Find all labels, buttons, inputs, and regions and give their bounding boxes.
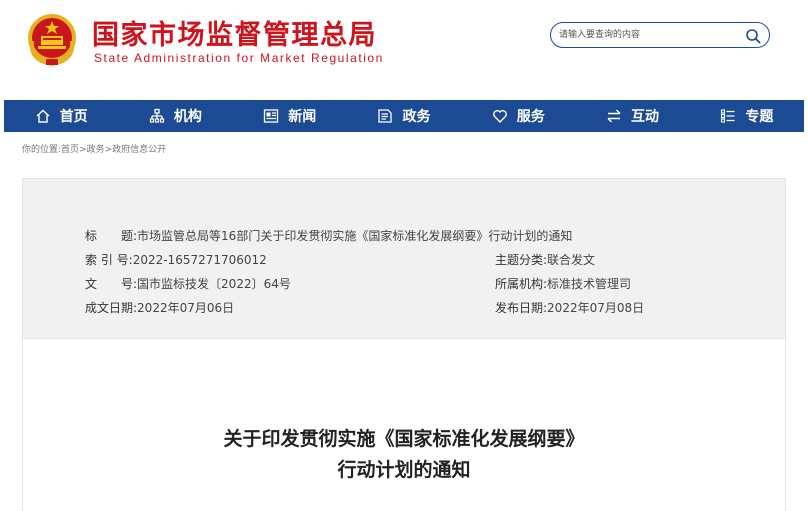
info-row-doc-number: 文 号:国市监标技发〔2022〕64号 [85,275,291,292]
home-icon [36,109,50,123]
info-value: 联合发文 [547,253,596,267]
info-value: 2022-1657271706012 [132,253,267,267]
info-value: 2022年07月08日 [547,301,645,315]
info-key: 成文日期: [85,301,138,315]
info-key: 主题分类: [495,253,548,267]
search-input[interactable] [559,26,739,44]
nav-label: 政务 [402,109,431,125]
breadcrumb-prefix: 你的位置: [22,145,62,155]
site-title: 国家市场监督管理总局 [92,20,377,51]
org-icon [149,108,165,123]
main-nav: 首页 机构 新闻 政务 服务 互动 专题 [4,100,804,132]
nav-label: 新闻 [288,109,317,125]
breadcrumb-link-gov-info[interactable]: 政府信息公开 [112,145,166,155]
nav-item-news[interactable]: 新闻 [233,100,347,132]
list-icon [721,109,735,123]
nav-label: 服务 [516,109,545,125]
info-key: 索 引 号: [85,253,133,267]
news-icon [264,109,279,123]
breadcrumb-link-affairs[interactable]: 政务 [87,145,105,155]
nav-label: 机构 [173,109,202,125]
info-key: 标 题: [85,229,138,243]
info-value: 国市监标技发〔2022〕64号 [137,277,291,291]
site-subtitle: State Administration for Market Regulati… [94,51,384,65]
info-row-title: 标 题:市场监管总局等16部门关于印发贯彻实施《国家标准化发展纲要》行动计划的通… [85,227,572,244]
nav-label: 互动 [631,109,660,125]
nav-label: 首页 [59,109,88,125]
info-row-topic: 主题分类:联合发文 [495,251,595,268]
info-key: 文 号: [85,277,138,291]
document-info-panel: 标 题:市场监管总局等16部门关于印发贯彻实施《国家标准化发展纲要》行动计划的通… [22,178,786,339]
article-title-line: 行动计划的通知 [337,459,471,481]
search-box [550,22,770,48]
info-row-index: 索 引 号:2022-1657271706012 [85,251,267,268]
info-key: 发布日期: [495,301,548,315]
affairs-icon [378,109,393,123]
info-value: 2022年07月06日 [137,301,235,315]
info-value: 标准技术管理司 [547,277,632,291]
article-title: 关于印发贯彻实施《国家标准化发展纲要》 行动计划的通知 [0,424,808,486]
nav-item-affairs[interactable]: 政务 [347,100,461,132]
info-row-published-date: 发布日期:2022年07月08日 [495,299,644,316]
info-value: 市场监管总局等16部门关于印发贯彻实施《国家标准化发展纲要》行动计划的通知 [137,229,573,243]
breadcrumb-link-home[interactable]: 首页 [61,145,79,155]
nav-item-interact[interactable]: 互动 [575,100,689,132]
exchange-icon [607,109,621,123]
info-row-org: 所属机构:标准技术管理司 [495,275,631,292]
article-title-line: 关于印发贯彻实施《国家标准化发展纲要》 [223,428,585,450]
nav-label: 专题 [745,109,774,125]
breadcrumb: 你的位置:首页>政务>政府信息公开 [22,142,166,155]
nav-item-org[interactable]: 机构 [118,100,232,132]
nav-item-topic[interactable]: 专题 [690,100,804,132]
national-emblem-icon[interactable] [24,11,80,67]
breadcrumb-separator: > [79,145,87,155]
info-key: 所属机构: [495,277,548,291]
info-row-created-date: 成文日期:2022年07月06日 [85,299,234,316]
nav-item-home[interactable]: 首页 [4,100,118,132]
heart-icon [492,109,507,124]
nav-item-service[interactable]: 服务 [461,100,575,132]
site-header: 国家市场监督管理总局 State Administration for Mark… [0,0,808,100]
search-icon[interactable] [745,28,761,44]
